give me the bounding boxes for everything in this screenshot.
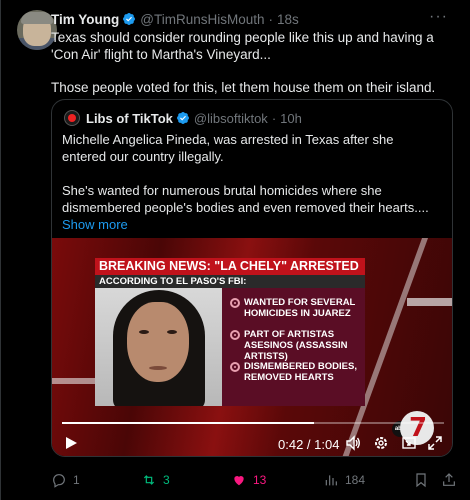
bookmark-icon (416, 473, 426, 488)
repost-count: 3 (163, 473, 170, 487)
reply-icon (53, 474, 65, 488)
bookmark-button[interactable] (413, 472, 435, 488)
fullscreen-icon[interactable] (426, 434, 444, 452)
mugshot-image (95, 288, 222, 406)
bullet-icon (230, 362, 240, 372)
reply-count: 1 (73, 473, 80, 487)
reply-button[interactable]: 1 (51, 472, 80, 488)
separator: · (271, 110, 277, 126)
views-icon (325, 475, 337, 486)
quote-author-handle: @libsoftiktok (193, 110, 268, 126)
timestamp[interactable]: 18s (277, 12, 299, 27)
share-icon (443, 473, 455, 486)
pip-icon[interactable] (400, 434, 418, 452)
quote-author-name: Libs of TikTok (86, 110, 173, 126)
tweet-text: Texas should consider rounding people li… (51, 29, 456, 96)
action-bar: 1 3 13 184 (51, 470, 461, 490)
separator: · (268, 11, 274, 27)
tweet[interactable]: Tim Young @TimRunsHisMouth · 18s ··· Tex… (0, 0, 470, 500)
quote-text: Michelle Angelica Pineda, was arrested i… (62, 131, 440, 233)
bullet-icon (230, 330, 240, 340)
quoted-tweet[interactable]: Libs of TikTok @libsoftiktok · 10h Miche… (51, 99, 453, 457)
tweet-header: Tim Young @TimRunsHisMouth · 18s (51, 10, 460, 28)
author-handle[interactable]: @TimRunsHisMouth (140, 12, 264, 27)
decor-stripe (407, 298, 452, 306)
repost-icon (143, 475, 155, 485)
like-icon (234, 476, 244, 486)
play-icon[interactable] (62, 434, 80, 452)
progress-bar[interactable] (62, 422, 444, 424)
settings-icon[interactable] (372, 434, 390, 452)
time-display: 0:42 / 1:04 (278, 437, 340, 452)
quote-avatar (64, 110, 80, 126)
repost-button[interactable]: 3 (141, 472, 170, 488)
show-more-link[interactable]: Show more (62, 216, 440, 233)
quote-header: Libs of TikTok @libsoftiktok · 10h (64, 109, 302, 127)
news-bullet-panel: WANTED FOR SEVERAL HOMICIDES IN JUAREZ P… (222, 288, 365, 406)
bullet-text: PART OF ARTISTAS ASESINOS (ASSASSIN ARTI… (244, 329, 348, 362)
tweet-paragraph: Texas should consider rounding people li… (51, 30, 434, 62)
bullet-text: DISMEMBERED BODIES, REMOVED HEARTS (244, 361, 357, 383)
share-button[interactable] (441, 472, 463, 488)
bullet-icon (230, 298, 240, 308)
news-banner-title: BREAKING NEWS: "LA CHELY" ARRESTED (95, 258, 365, 275)
like-button[interactable]: 13 (231, 472, 266, 488)
video-controls: 0:42 / 1:04 (52, 430, 452, 456)
decor-stripe (52, 378, 95, 384)
progress-fill (62, 422, 315, 424)
verified-badge-icon (123, 13, 136, 25)
quote-paragraph: She's wanted for numerous brutal homicid… (62, 183, 429, 215)
view-count: 184 (345, 473, 366, 487)
author-name[interactable]: Tim Young (51, 12, 119, 27)
views-button[interactable]: 184 (323, 472, 365, 488)
video-player[interactable]: BREAKING NEWS: "LA CHELY" ARRESTED ACCOR… (52, 238, 452, 456)
verified-badge-icon (176, 112, 189, 124)
more-icon[interactable]: ··· (429, 8, 448, 26)
volume-icon[interactable] (344, 434, 362, 452)
tweet-paragraph: Those people voted for this, let them ho… (51, 80, 436, 95)
like-count: 13 (253, 473, 267, 487)
bullet-text: WANTED FOR SEVERAL HOMICIDES IN JUAREZ (244, 297, 356, 319)
quote-timestamp: 10h (280, 110, 302, 126)
quote-paragraph: Michelle Angelica Pineda, was arrested i… (62, 132, 394, 164)
news-banner-subtitle: ACCORDING TO EL PASO'S FBI: (95, 275, 365, 288)
